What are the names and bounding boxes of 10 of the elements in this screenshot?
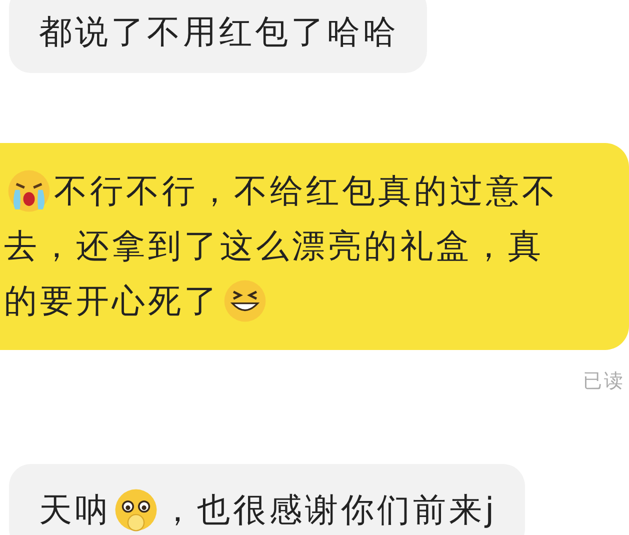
message-text: 不行不行，不给红包真的过意不 bbox=[54, 170, 558, 210]
message-text: 天呐 bbox=[39, 490, 111, 530]
message-text: 的要开心死了 bbox=[4, 280, 220, 320]
crying-emoji-icon bbox=[6, 168, 52, 214]
grinning-emoji-icon bbox=[222, 278, 268, 324]
read-status: 已读 bbox=[583, 369, 625, 394]
message-text: 去，还拿到了这么漂亮的礼盒，真 bbox=[4, 226, 544, 266]
message-text: 都说了不用红包了哈哈 bbox=[39, 12, 399, 52]
shocked-emoji-icon bbox=[113, 486, 159, 532]
message-text: ，也很感谢你们前来j bbox=[161, 490, 498, 530]
